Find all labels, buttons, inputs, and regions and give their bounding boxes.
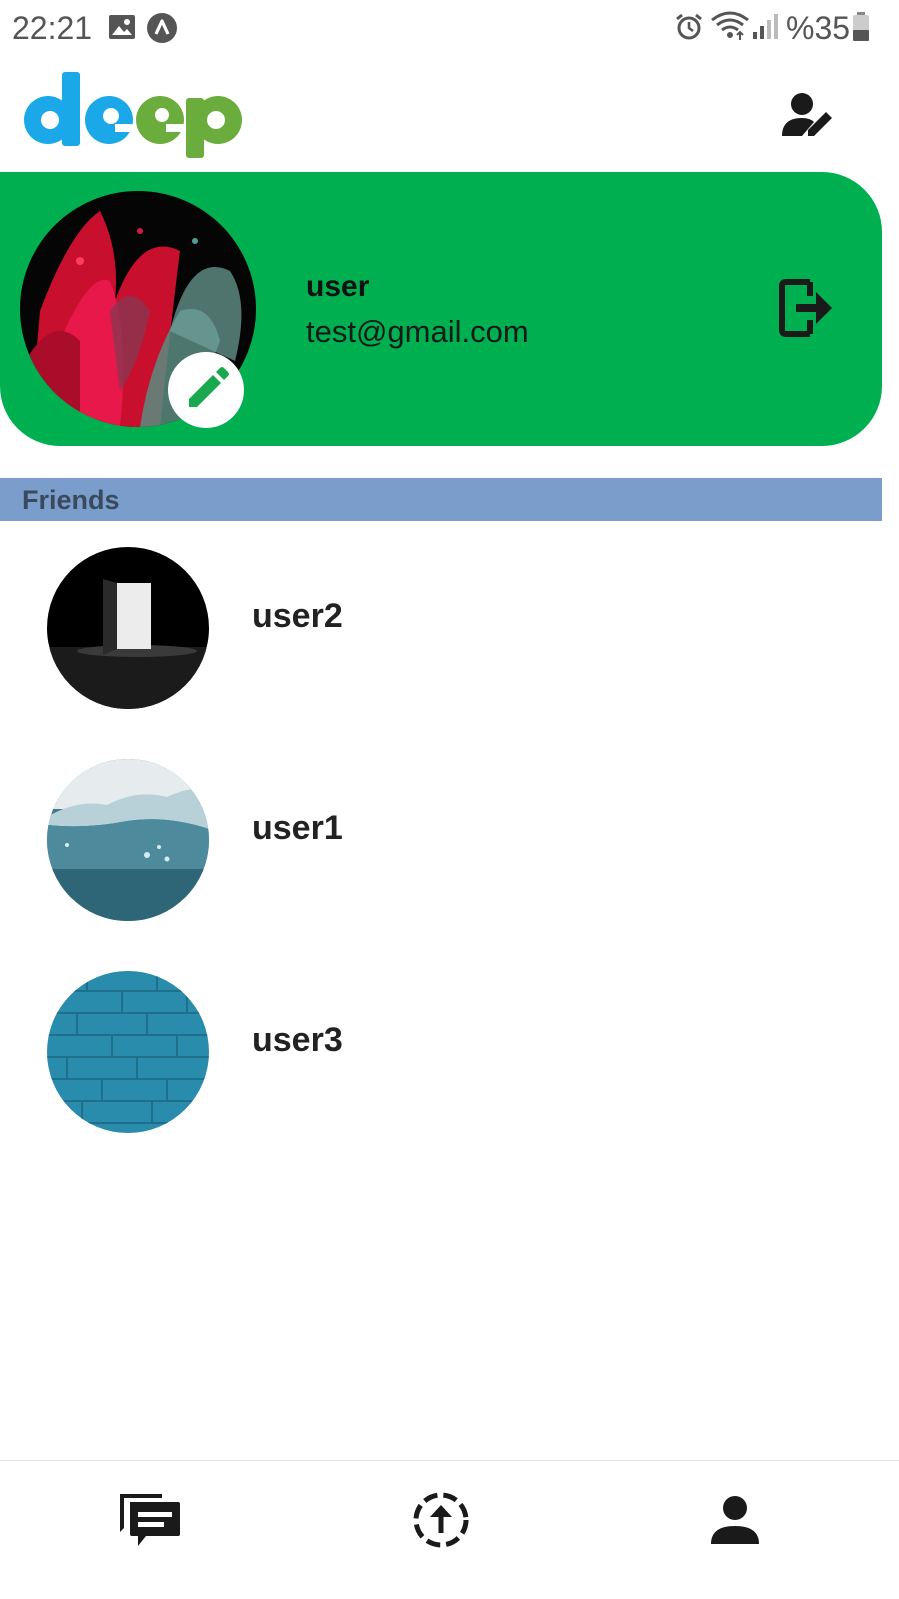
- nav-profile-button[interactable]: [700, 1485, 770, 1555]
- wifi-icon: [710, 10, 750, 47]
- friend-name: user1: [252, 809, 343, 847]
- chat-icon: [120, 1494, 180, 1546]
- nav-chats-button[interactable]: [114, 1485, 184, 1555]
- person-icon: [711, 1496, 759, 1544]
- profile-name: user: [306, 270, 370, 303]
- status-time: 22:21: [12, 10, 93, 46]
- friend-avatar: [47, 971, 209, 1133]
- friend-item-user3[interactable]: user3: [0, 957, 882, 1157]
- logout-button[interactable]: [776, 276, 836, 340]
- app-logo: [20, 68, 246, 163]
- user-edit-icon: [782, 93, 832, 136]
- pencil-icon: [189, 367, 229, 407]
- nav-upload-button[interactable]: [406, 1485, 476, 1555]
- friend-name: user2: [252, 597, 343, 635]
- edit-avatar-button[interactable]: [168, 352, 244, 428]
- upload-icon: [413, 1492, 469, 1548]
- bottom-navigation: [0, 1460, 899, 1599]
- profile-card: user test@gmail.com: [0, 172, 882, 446]
- battery-percent: %35: [786, 10, 851, 46]
- gallery-icon: [108, 14, 136, 45]
- signal-icon: [752, 12, 778, 45]
- friend-item-user2[interactable]: user2: [0, 533, 882, 733]
- edit-profile-button[interactable]: [778, 86, 838, 146]
- profile-email: test@gmail.com: [306, 314, 529, 349]
- battery-icon: [852, 12, 870, 47]
- friend-avatar: [47, 547, 209, 709]
- friend-name: user3: [252, 1021, 343, 1059]
- status-bar: 22:21 %35: [0, 0, 899, 56]
- app-header: [0, 60, 899, 170]
- alarm-icon: [674, 12, 704, 47]
- friends-section-header: Friends: [0, 478, 882, 521]
- logout-icon: [779, 279, 832, 337]
- friends-title: Friends: [22, 485, 120, 515]
- friend-avatar: [47, 759, 209, 921]
- a-circle-icon: [146, 12, 178, 49]
- friend-item-user1[interactable]: user1: [0, 745, 882, 945]
